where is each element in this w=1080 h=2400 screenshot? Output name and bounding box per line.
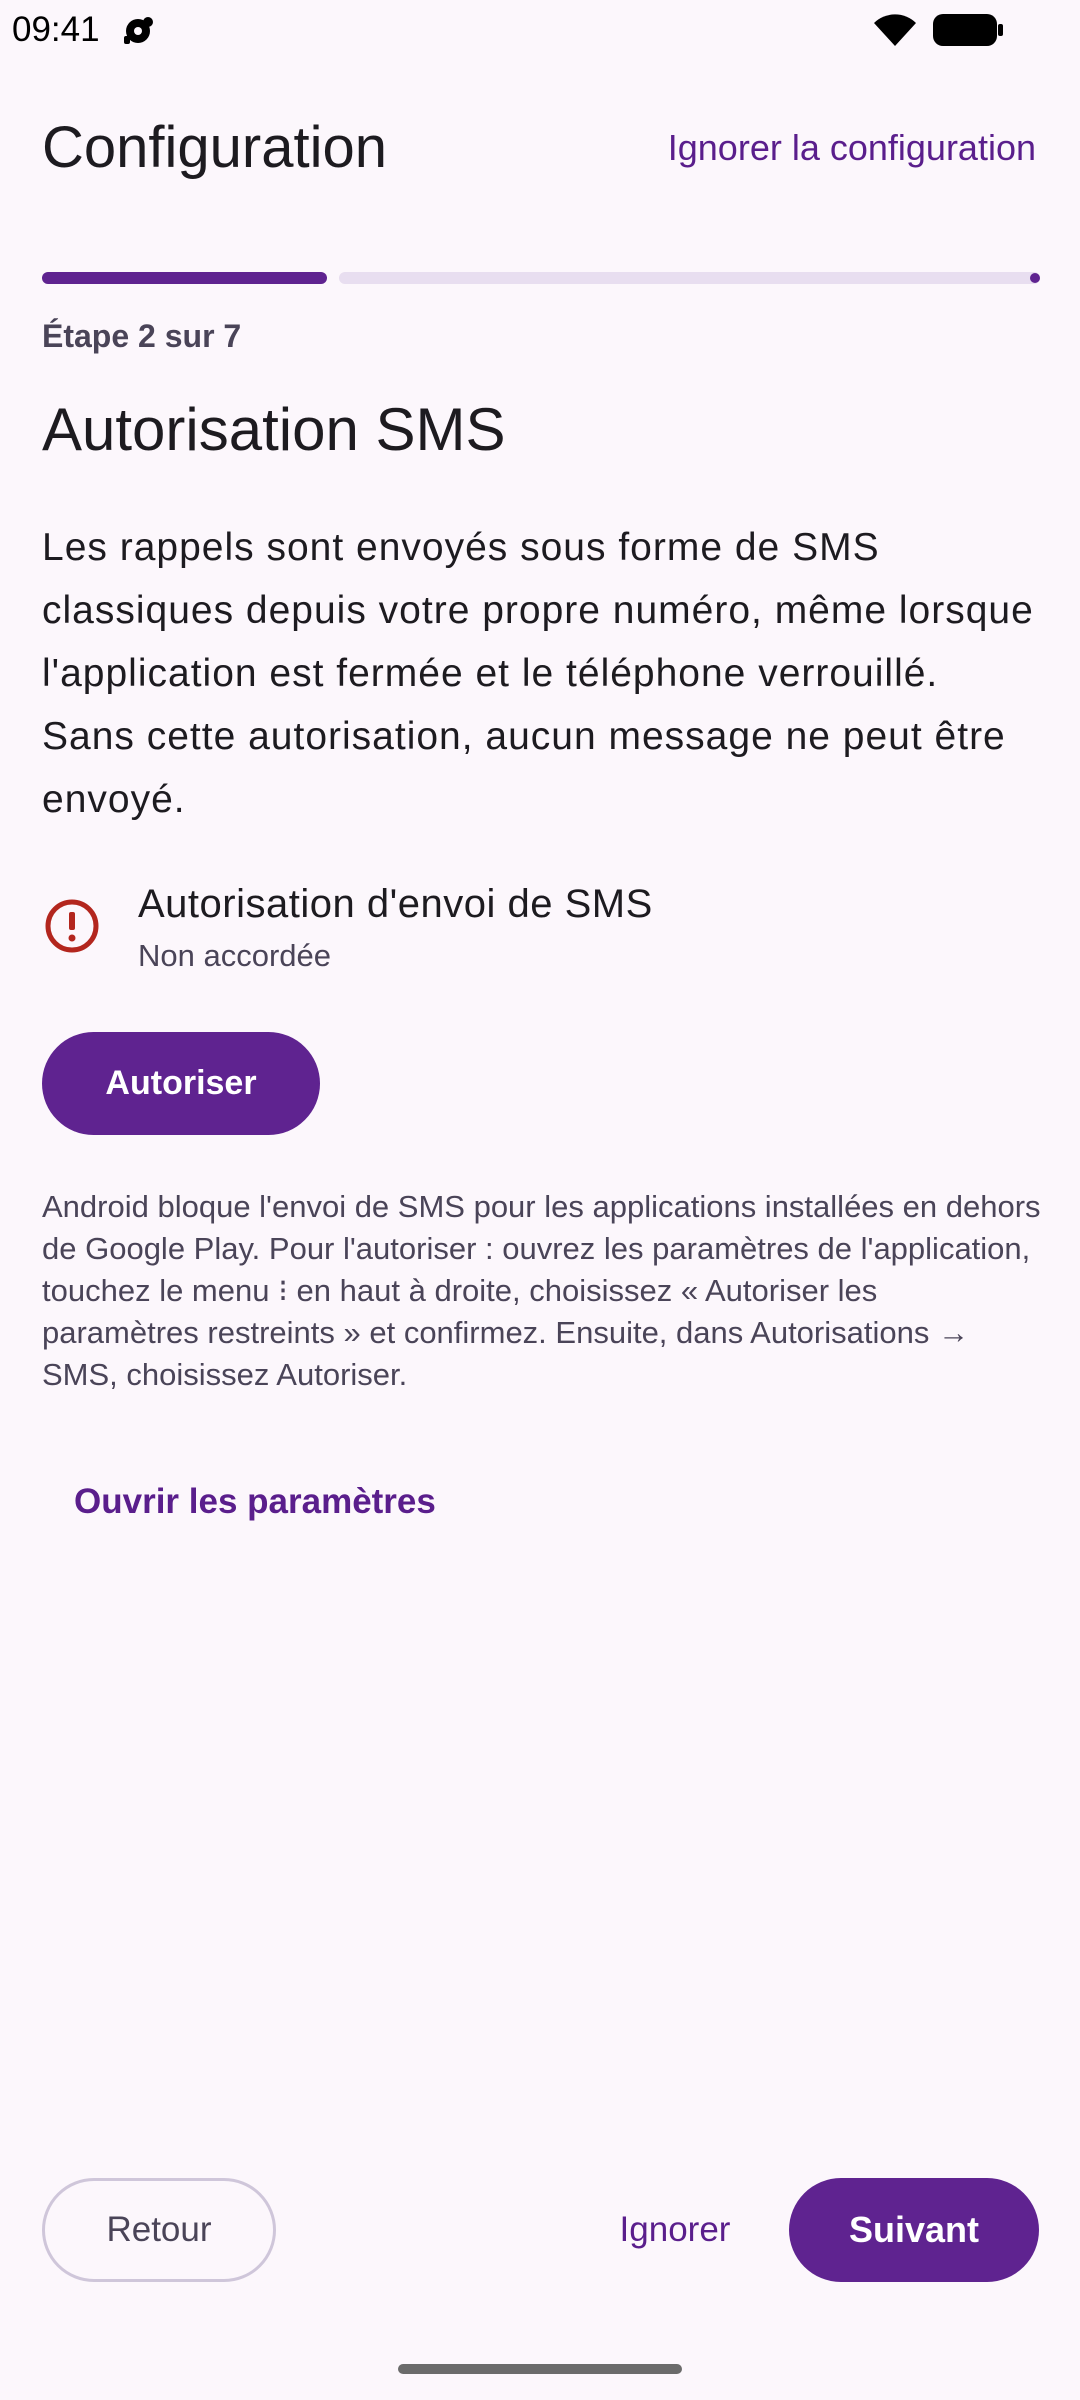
progress-end-dot [1030,273,1040,283]
battery-icon [933,14,1003,46]
progress-fill [42,272,327,284]
section-title: Autorisation SMS [42,396,506,463]
permission-status: Non accordée [138,938,332,973]
setup-screen: 09:41 Configuration Ignorer la configura… [0,0,1080,2400]
home-indicator[interactable] [398,2364,682,2374]
section-description: Les rappels sont envoyés sous forme de S… [42,526,1034,821]
step-label: Étape 2 sur 7 [42,318,242,354]
status-time: 09:41 [12,10,100,49]
wifi-icon [874,14,916,46]
progress-track [339,272,1040,284]
ignore-button[interactable]: Ignorer [600,2178,750,2282]
open-settings-button[interactable]: Ouvrir les paramètres [74,1472,436,1532]
error-icon [45,899,99,953]
help-text: Android bloque l'envoi de SMS pour les a… [42,1189,1041,1392]
permission-title: Autorisation d'envoi de SMS [138,882,653,926]
app-notification-icon [124,17,153,44]
setup-progress-bar [42,272,1040,284]
authorize-button[interactable]: Autoriser [42,1032,320,1135]
back-button[interactable]: Retour [42,2178,276,2282]
next-button[interactable]: Suivant [789,2178,1039,2282]
status-bar: 09:41 [0,0,1080,60]
skip-setup-button[interactable]: Ignorer la configuration [668,118,1036,178]
page-title: Configuration [42,115,387,180]
